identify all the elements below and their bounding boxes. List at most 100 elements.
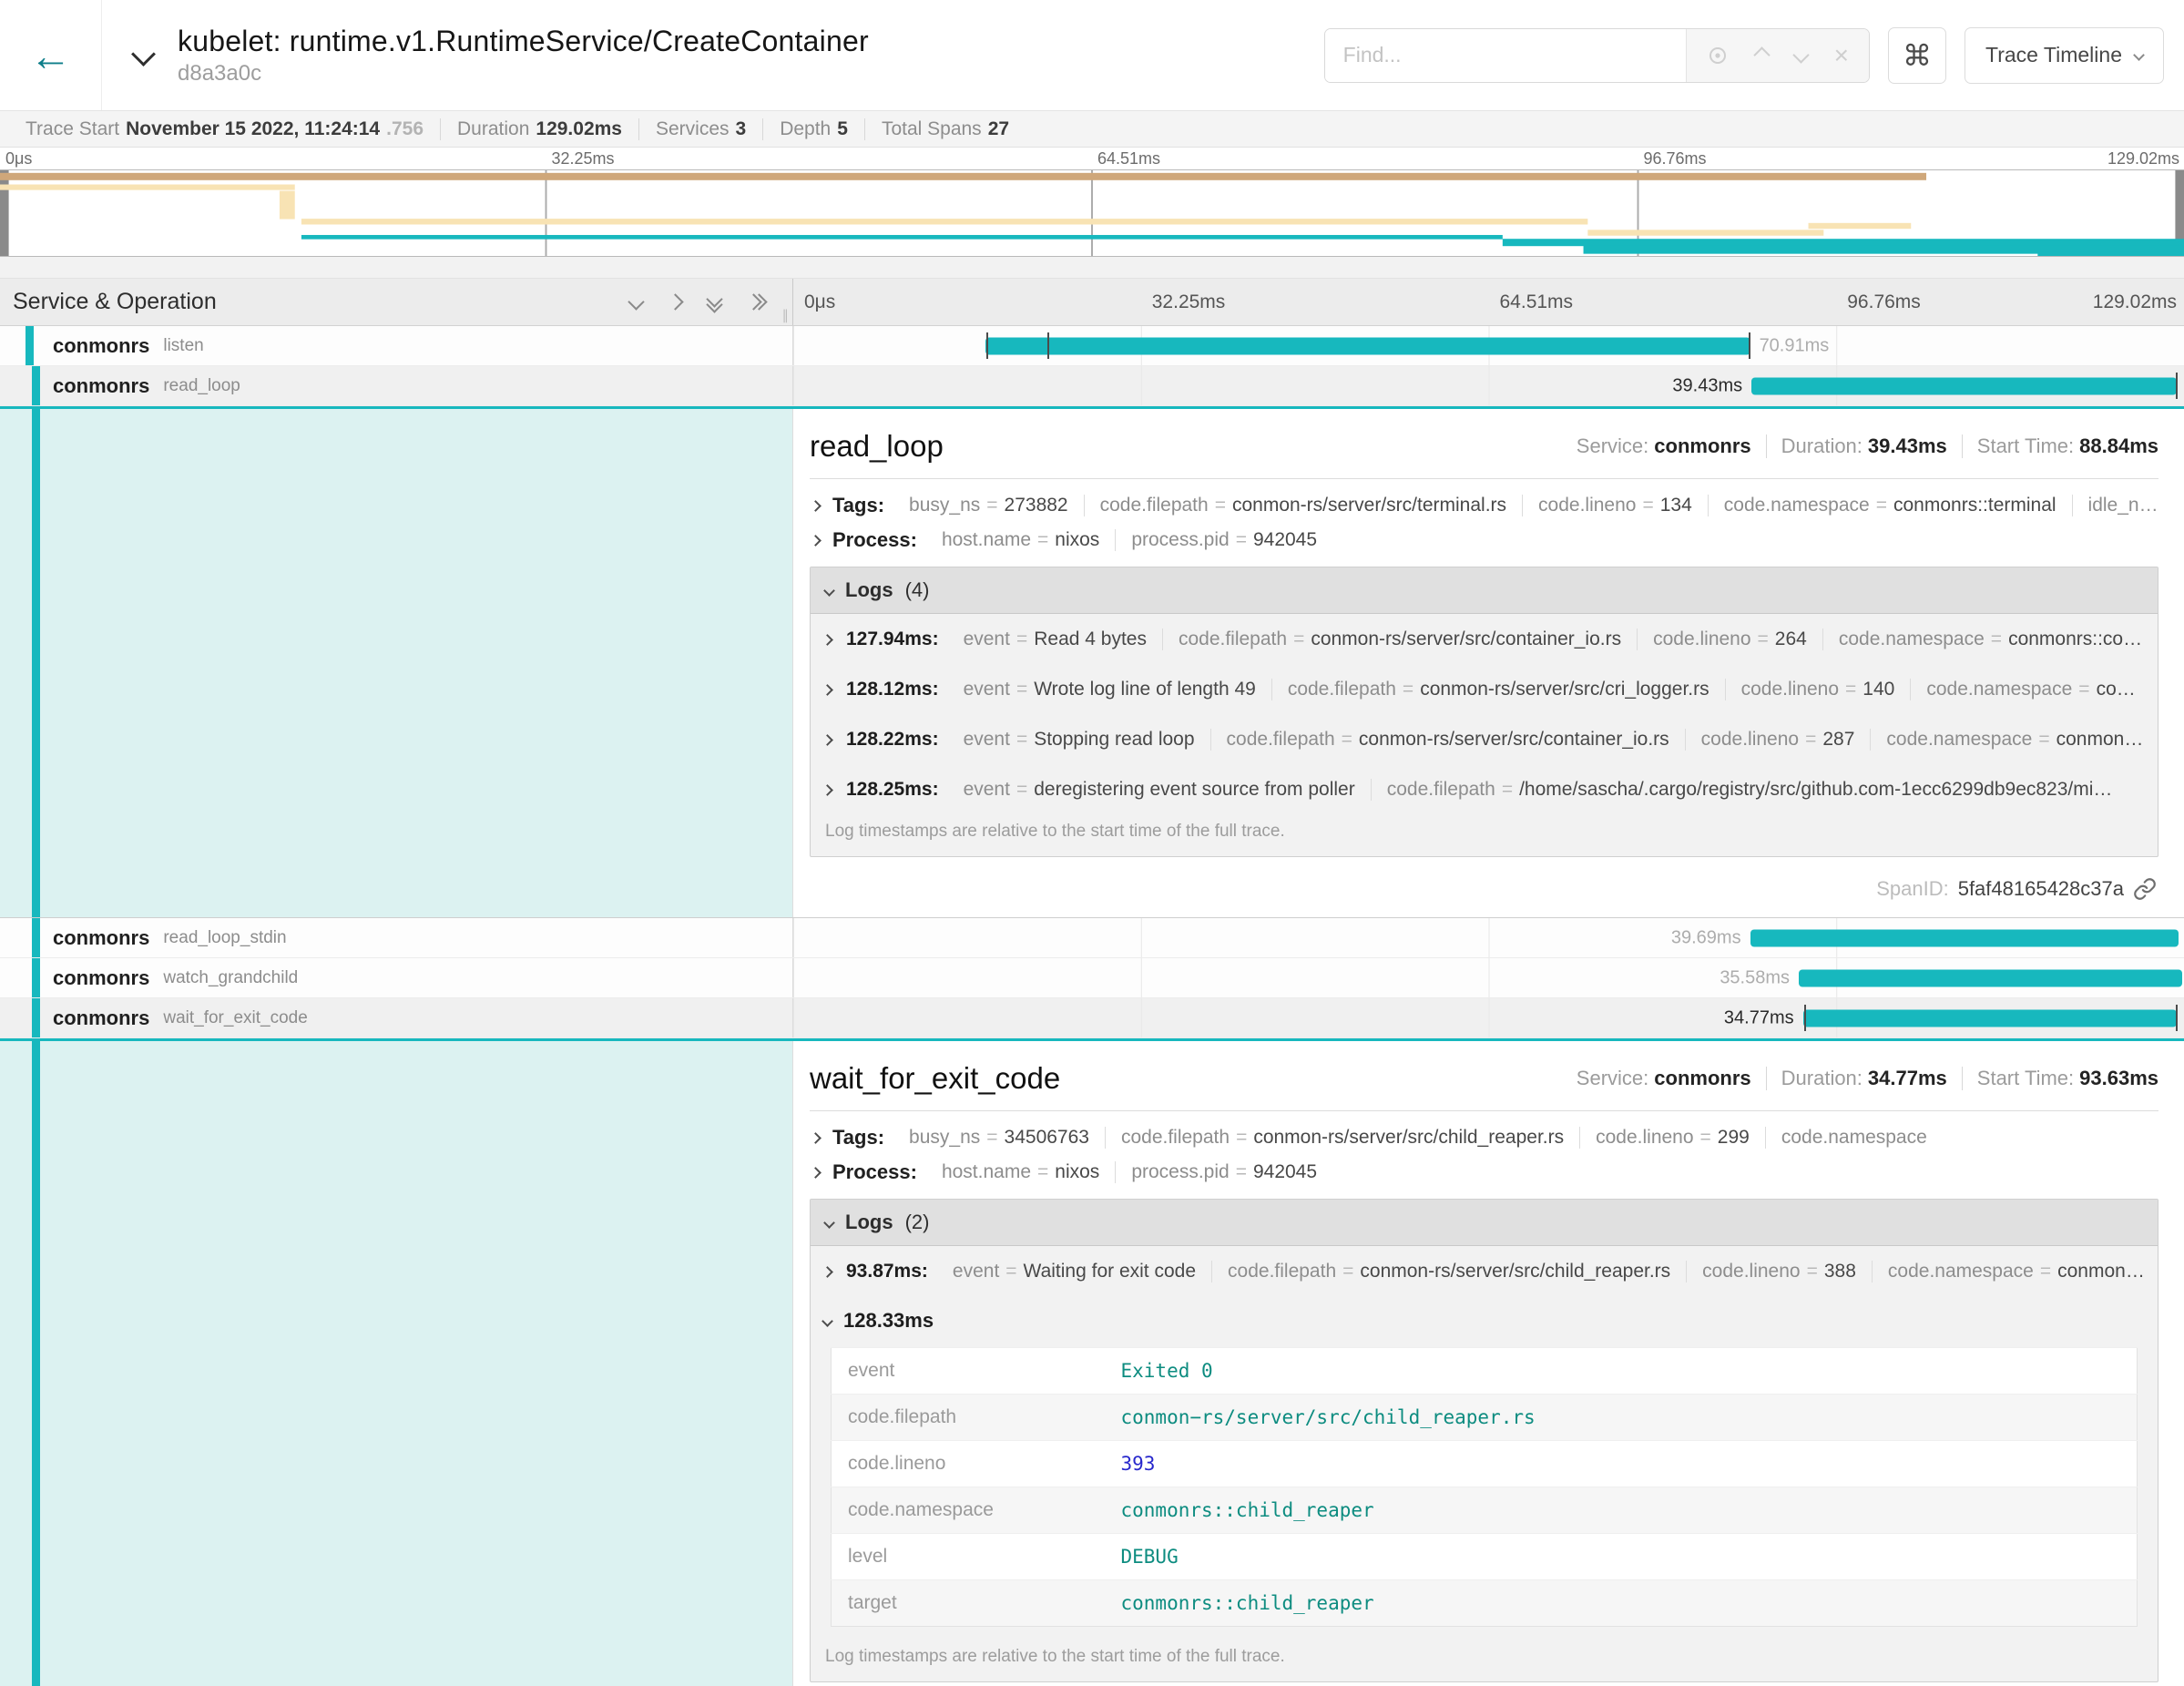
kv-row: eventExited 0 [832,1348,2138,1395]
logs-count: (2) [905,1211,930,1234]
span-timeline-cell[interactable]: 34.77ms [793,998,2184,1037]
span-row-wait-for-exit-code[interactable]: conmonrs wait_for_exit_code 34.77ms [0,998,2184,1038]
span-timeline-cell[interactable]: 39.69ms [793,918,2184,957]
span-timeline-cell[interactable]: 70.91ms [793,326,2184,365]
timeline-ticks-header: 0μs 32.25ms 64.51ms 96.76ms 129.02ms [793,279,2184,325]
summary-depth: Depth5 [763,118,865,140]
link-icon[interactable] [2133,877,2157,901]
command-icon: ⌘ [1903,38,1932,73]
trace-collapse-toggle[interactable] [135,46,152,66]
span-service: conmonrs [53,374,149,398]
kv-row: code.namespaceconmonrs::child_reaper [832,1487,2138,1534]
service-operation-title: Service & Operation [13,289,217,315]
span-accent-bar [32,998,40,1037]
detail-title-row: wait_for_exit_code Service:conmonrs Dura… [810,1045,2158,1107]
span-duration-label: 70.91ms [1760,335,1830,356]
log-entry[interactable]: 128.22ms: event=Stopping read loop code.… [811,714,2158,764]
span-name-cell[interactable]: conmonrs watch_grandchild [0,958,793,997]
timeline-tick: 64.51ms [1500,291,1574,313]
summary-services: Services3 [639,118,763,140]
tag-field: busy_ns=34506763 [893,1127,1106,1149]
process-section[interactable]: Process: host.name=nixos process.pid=942… [810,1160,2158,1184]
span-bar[interactable] [985,337,1750,354]
header-actions: × ⌘ Trace Timeline [1324,27,2184,84]
timeline-tick: 0μs [804,291,835,313]
log-timestamp: 128.33ms [843,1309,934,1333]
log-timestamp: 127.94ms: [846,628,939,650]
find-next-icon[interactable] [1792,46,1809,63]
log-timestamp: 128.25ms: [846,779,939,801]
expanded-log-header[interactable]: 128.33ms [811,1296,2158,1344]
chevron-right-icon [810,535,822,547]
axis-tick: 0μs [5,149,32,169]
minimap-canvas[interactable] [0,170,2184,256]
tags-section[interactable]: Tags: busy_ns=34506763 code.filepath=con… [810,1126,2158,1150]
span-name-cell[interactable]: conmonrs read_loop [0,366,793,405]
trace-minimap[interactable] [0,169,2184,257]
collapse-one-icon[interactable] [630,296,642,308]
span-bar[interactable] [1751,377,2177,394]
timeline-header: Service & Operation ∥ 0μs 32.25ms 64.51m… [0,279,2184,326]
trace-title-block: kubelet: runtime.v1.RuntimeService/Creat… [178,25,869,86]
span-bar[interactable] [1750,929,2179,946]
process-field: host.name=nixos [926,529,1116,551]
collapse-all-icon[interactable] [709,293,720,311]
span-service: conmonrs [53,966,149,990]
tag-field: idle_n… [2073,495,2158,516]
process-section[interactable]: Process: host.name=nixos process.pid=942… [810,528,2158,552]
process-field: process.pid=942045 [1116,529,1332,551]
chevron-down-icon [822,1315,833,1327]
find-clear-icon[interactable]: × [1834,43,1849,68]
log-entry[interactable]: 128.12ms: event=Wrote log line of length… [811,664,2158,714]
span-row-watch-grandchild[interactable]: conmonrs watch_grandchild 35.58ms [0,958,2184,998]
detail-body: wait_for_exit_code Service:conmonrs Dura… [793,1041,2184,1686]
keyboard-shortcuts-button[interactable]: ⌘ [1888,27,1946,84]
span-name-cell[interactable]: conmonrs listen [0,326,793,365]
span-row-listen[interactable]: conmonrs listen 70.91ms [0,326,2184,366]
span-operation: wait_for_exit_code [163,1008,307,1028]
span-name-cell[interactable]: conmonrs read_loop_stdin [0,918,793,957]
page-title: kubelet: runtime.v1.RuntimeService/Creat… [178,25,869,58]
expand-one-icon[interactable] [669,296,681,308]
log-entry[interactable]: 93.87ms: event=Waiting for exit code cod… [811,1246,2158,1296]
log-timestamp: 93.87ms: [846,1261,928,1282]
tag-field: code.lineno=299 [1580,1127,1766,1149]
back-button[interactable]: ← [0,0,102,110]
span-bar[interactable] [1803,1009,2178,1027]
timeline-tick: 129.02ms [2093,291,2177,313]
view-options-button[interactable]: Trace Timeline [1965,27,2164,84]
logs-header[interactable]: Logs (4) [811,567,2158,614]
span-operation: read_loop [163,376,240,396]
span-accent-bar [32,918,40,957]
detail-service: Service:conmonrs [1562,434,1767,458]
log-entry[interactable]: 128.25ms: event=deregistering event sour… [811,764,2158,814]
expand-all-icon[interactable] [748,296,765,308]
chevron-right-icon [810,1167,822,1179]
divider [810,1110,2158,1111]
find-input[interactable] [1325,29,1686,82]
span-accent-bar [26,326,34,365]
span-timeline-cell[interactable]: 39.43ms [793,366,2184,405]
tag-field: code.filepath=conmon-rs/server/src/termi… [1085,495,1523,516]
column-resizer[interactable]: ∥ [782,307,791,323]
span-bar[interactable] [1799,969,2182,986]
locate-icon[interactable] [1707,45,1729,66]
span-name-cell[interactable]: conmonrs wait_for_exit_code [0,998,793,1037]
span-operation: listen [163,336,203,356]
span-accent-bar [32,366,40,405]
tags-section[interactable]: Tags: busy_ns=273882 code.filepath=conmo… [810,494,2158,517]
tag-field: busy_ns=273882 [893,495,1085,516]
span-timeline-cell[interactable]: 35.58ms [793,958,2184,997]
span-row-read-loop-stdin[interactable]: conmonrs read_loop_stdin 39.69ms [0,918,2184,958]
find-prev-icon[interactable] [1753,46,1770,63]
timeline-tick: 32.25ms [1152,291,1226,313]
kv-row: code.lineno393 [832,1441,2138,1487]
chevron-right-icon [822,1266,833,1278]
logs-header[interactable]: Logs (2) [811,1200,2158,1246]
log-entry[interactable]: 127.94ms: event=Read 4 bytes code.filepa… [811,614,2158,664]
detail-service: Service:conmonrs [1562,1067,1767,1090]
span-service: conmonrs [53,334,149,358]
find-nav-buttons: × [1686,29,1869,82]
detail-left-gutter [0,1041,793,1686]
span-row-read-loop[interactable]: conmonrs read_loop 39.43ms [0,366,2184,406]
